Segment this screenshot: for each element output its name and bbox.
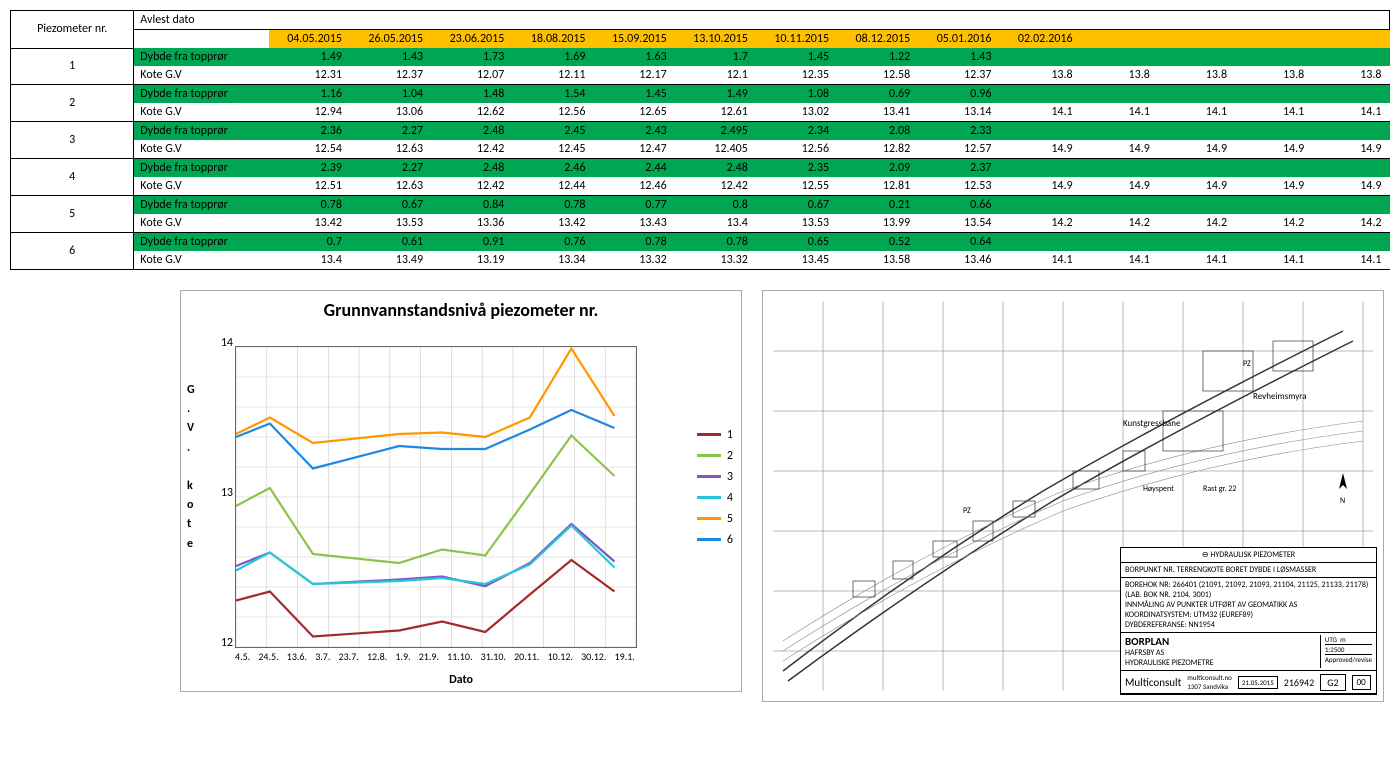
table-row: 1Dybde fra topprør1.491.431.731.691.631.… <box>11 48 1390 66</box>
y-ticks: 14 13 12 <box>213 341 233 651</box>
chart-legend: 1 2 3 4 5 6 <box>697 421 733 553</box>
svg-text:Høyspent: Høyspent <box>1143 484 1174 494</box>
x-ticks: 4.5.24.5.13.6.3.7.23.7.12.8.1.9.21.9.11.… <box>235 650 635 663</box>
company-logo: Multiconsult <box>1125 676 1181 689</box>
piezometer-number: 6 <box>11 233 134 270</box>
table-row: 4Dybde fra topprør2.392.272.482.462.442.… <box>11 159 1390 178</box>
legend-item: 1 <box>697 427 733 442</box>
piezometer-table: Piezometer nr. Avlest dato 04.05.2015 26… <box>10 10 1390 270</box>
piezometer-number: 2 <box>11 85 134 122</box>
table-row: Kote G.V13.413.4913.1913.3413.3213.3213.… <box>11 251 1390 270</box>
chart-plot-area <box>235 346 637 648</box>
svg-text:Revheimsmyra: Revheimsmyra <box>1253 391 1307 402</box>
piezometer-number: 1 <box>11 48 134 85</box>
svg-text:PZ: PZ <box>1243 359 1251 369</box>
map-title-block: ⊖ HYDRAULISK PIEZOMETER BORPUNKT NR. TER… <box>1120 547 1377 695</box>
piezometer-number: 5 <box>11 196 134 233</box>
table-row: Kote G.V12.5412.6312.4212.4512.4712.4051… <box>11 140 1390 159</box>
piezometer-number: 4 <box>11 159 134 196</box>
dates-row: 04.05.2015 26.05.2015 23.06.2015 18.08.2… <box>11 30 1390 49</box>
table-row: 2Dybde fra topprør1.161.041.481.541.451.… <box>11 85 1390 104</box>
table-row: 6Dybde fra topprør0.70.610.910.760.780.7… <box>11 233 1390 252</box>
chart-title: Grunnvannstandsnivå piezometer nr. <box>181 299 741 321</box>
borplan-map: Kunstgressbane Revheimsmyra Høyspent Ras… <box>762 290 1384 702</box>
svg-text:PZ: PZ <box>963 506 971 516</box>
legend-item: 5 <box>697 511 733 526</box>
table-row: Kote G.V12.3112.3712.0712.1112.1712.112.… <box>11 66 1390 85</box>
svg-text:N: N <box>1340 496 1345 505</box>
table-row: Kote G.V13.4213.5313.3613.4213.4313.413.… <box>11 214 1390 233</box>
col-header-piezometer: Piezometer nr. <box>11 11 134 49</box>
table-row: 3Dybde fra topprør2.362.272.482.452.432.… <box>11 122 1390 141</box>
table-row: Kote G.V12.9413.0612.6212.5612.6512.6113… <box>11 103 1390 122</box>
legend-item: 2 <box>697 448 733 463</box>
table-row: 5Dybde fra topprør0.780.670.840.780.770.… <box>11 196 1390 215</box>
svg-text:Kunstgressbane: Kunstgressbane <box>1123 418 1181 429</box>
svg-text:Rast gr. 22: Rast gr. 22 <box>1203 484 1236 494</box>
piezometer-number: 3 <box>11 122 134 159</box>
y-axis-label: G.V.kote <box>187 381 195 554</box>
col-header-dates: Avlest dato <box>134 11 1390 30</box>
chart-groundwater: Grunnvannstandsnivå piezometer nr. G.V.k… <box>180 290 742 692</box>
legend-item: 6 <box>697 532 733 547</box>
x-axis-label: Dato <box>449 673 473 687</box>
legend-item: 3 <box>697 469 733 484</box>
compass-icon: N <box>1333 471 1353 505</box>
legend-item: 4 <box>697 490 733 505</box>
table-row: Kote G.V12.5112.6312.4212.4412.4612.4212… <box>11 177 1390 196</box>
